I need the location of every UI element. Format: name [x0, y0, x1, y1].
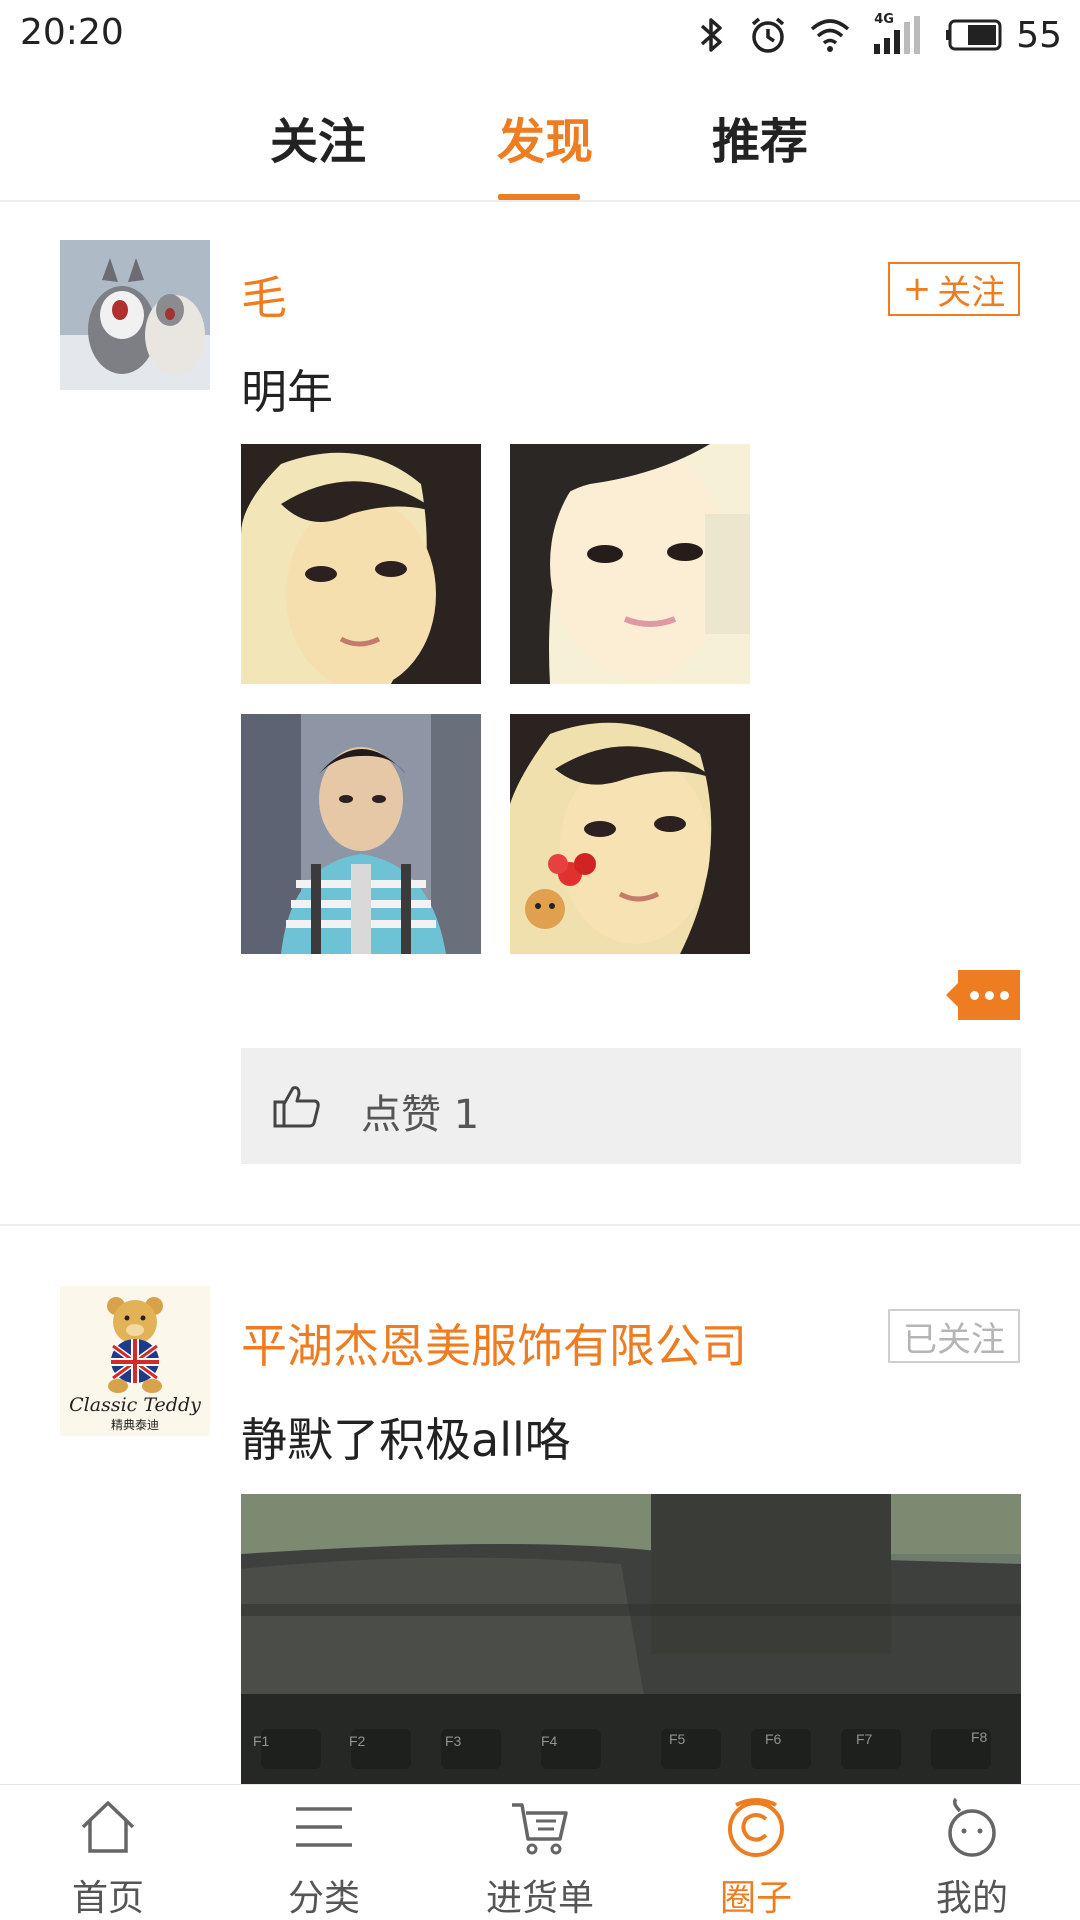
battery-icon: [946, 19, 1002, 51]
follow-button[interactable]: + 关注: [888, 262, 1020, 316]
follow-button-label: 关注: [937, 272, 1006, 313]
post-text: 明年: [241, 365, 333, 419]
battery-level: 55: [1016, 14, 1062, 56]
thumbs-up-icon: [273, 1086, 320, 1128]
status-time: 20:20: [20, 12, 124, 53]
signal-icon: [874, 16, 921, 54]
home-icon: [81, 1801, 135, 1853]
avatar[interactable]: [60, 240, 210, 390]
keyboard-key-label: F2: [349, 1733, 366, 1749]
nav-label: 首页: [71, 1878, 144, 1919]
active-tab-indicator: [498, 194, 580, 200]
alarm-icon: [752, 17, 785, 53]
post-divider: [0, 1224, 1080, 1226]
post-photo[interactable]: [241, 444, 481, 684]
avatar-brand-subtext: 精典泰迪: [110, 1418, 159, 1432]
top-tab-bar: 关注 发现 推荐: [0, 70, 1080, 202]
cart-icon: [512, 1803, 568, 1855]
keyboard-key-label: F4: [541, 1733, 558, 1749]
category-icon: [296, 1807, 352, 1847]
nav-item-home[interactable]: 首页: [8, 1785, 208, 1920]
avatar-brand-text: Classic Teddy: [69, 1394, 201, 1416]
like-text: 点赞: [361, 1092, 441, 1138]
post-photo[interactable]: [510, 714, 750, 954]
post-text: 静默了积极all咯: [241, 1413, 571, 1467]
post-photo[interactable]: [510, 444, 750, 684]
profile-icon: [948, 1797, 996, 1857]
bluetooth-icon: [701, 18, 722, 52]
post-username[interactable]: 毛: [241, 262, 287, 328]
post-photo[interactable]: F1 F2 F3 F4 F5 F6 F7 F8: [241, 1494, 1021, 1794]
keyboard-key-label: F7: [856, 1731, 873, 1747]
like-label: 点赞 1: [361, 1082, 479, 1140]
followed-button[interactable]: 已关注: [888, 1309, 1020, 1363]
keyboard-key-label: F1: [253, 1733, 270, 1749]
nav-item-circle[interactable]: 圈子: [656, 1785, 856, 1920]
status-bar: 20:20 4G 55: [0, 0, 1080, 70]
post-photo[interactable]: [241, 714, 481, 954]
avatar[interactable]: Classic Teddy 精典泰迪: [60, 1286, 210, 1436]
status-icons: 4G 55: [698, 10, 1062, 60]
nav-label: 进货单: [485, 1878, 594, 1919]
nav-item-cart[interactable]: 进货单: [440, 1785, 640, 1920]
tab-recommend[interactable]: 推荐: [712, 102, 808, 172]
signal-indicator: 4G: [872, 12, 924, 56]
more-icon: [958, 970, 1020, 1020]
tab-discover[interactable]: 发现: [497, 102, 593, 172]
tab-follow[interactable]: 关注: [270, 102, 366, 172]
more-options-button[interactable]: [946, 970, 1020, 1020]
nav-item-category[interactable]: 分类: [224, 1785, 424, 1920]
screen: 20:20 4G 55 关注 发现 推荐 毛 + 关注 明年 点赞 1 Clas…: [0, 0, 1080, 1920]
nav-label: 圈子: [719, 1878, 792, 1919]
like-bar[interactable]: 点赞 1: [241, 1048, 1021, 1164]
keyboard-key-label: F3: [445, 1733, 462, 1749]
circle-icon: [728, 1798, 784, 1857]
keyboard-key-label: F8: [971, 1729, 988, 1745]
bottom-nav: 首页 分类 进货单 圈子 我的: [0, 1784, 1080, 1920]
keyboard-key-label: F5: [669, 1731, 686, 1747]
keyboard-key-label: F6: [765, 1731, 782, 1747]
plus-icon: +: [902, 269, 932, 309]
nav-label: 分类: [287, 1878, 360, 1919]
wifi-icon: [811, 19, 850, 52]
post-username[interactable]: 平湖杰恩美服饰有限公司: [241, 1310, 747, 1376]
nav-label: 我的: [935, 1878, 1008, 1919]
nav-item-profile[interactable]: 我的: [872, 1785, 1072, 1920]
like-count: 1: [453, 1092, 480, 1138]
